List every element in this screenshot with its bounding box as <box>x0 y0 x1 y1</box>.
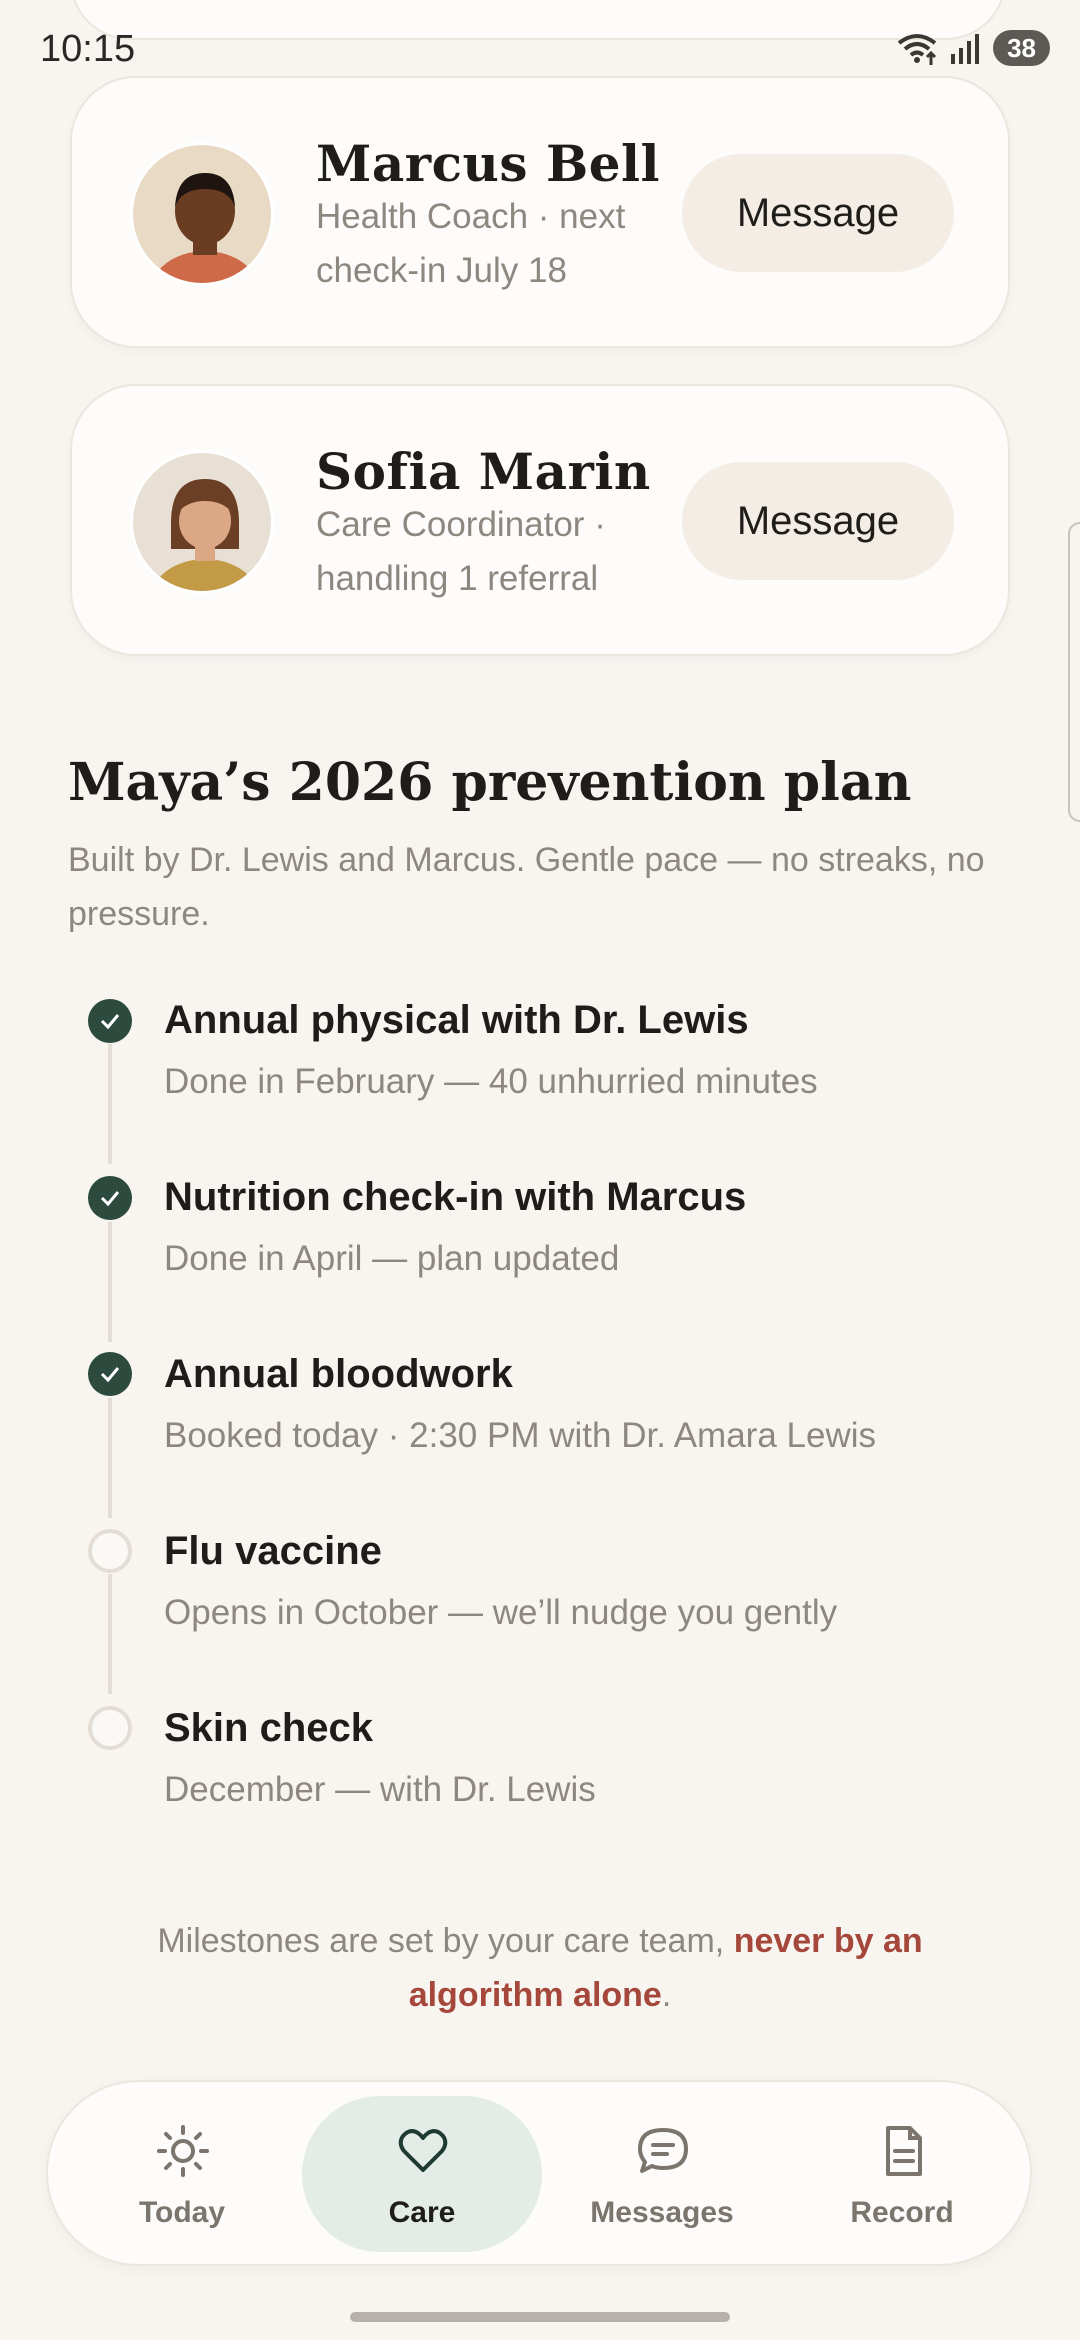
milestone-detail: Done in February — 40 unhurried minutes <box>164 1062 818 1101</box>
person-role: Health Coach · next check-in July 18 <box>316 197 626 290</box>
message-button-sofia[interactable]: Message <box>682 462 954 580</box>
milestone-title: Flu vaccine <box>164 1529 382 1573</box>
milestone-pending-circle-icon <box>88 1529 132 1573</box>
heart-icon <box>398 2129 448 2172</box>
status-time: 10:15 <box>40 28 136 70</box>
timeline-connector <box>108 1574 112 1694</box>
signal-icon <box>951 34 980 64</box>
milestone-detail: Done in April — plan updated <box>164 1239 620 1278</box>
milestone-pending-circle-icon <box>88 1706 132 1750</box>
milestone-detail: December — with Dr. Lewis <box>164 1770 596 1809</box>
sun-icon <box>157 2125 209 2177</box>
milestone-done-check-icon <box>88 1176 132 1220</box>
milestone-title: Annual bloodwork <box>164 1352 513 1396</box>
avatar-sofia <box>130 450 274 594</box>
timeline-connector <box>108 1398 112 1518</box>
bottom-navigation: Today Care Messages Record <box>46 2080 1032 2266</box>
nav-care[interactable]: Care <box>302 2096 542 2252</box>
avatar-marcus <box>130 142 274 286</box>
nav-messages[interactable]: Messages <box>542 2096 782 2252</box>
plan-subtitle: Built by Dr. Lewis and Marcus. Gentle pa… <box>68 841 985 933</box>
document-icon <box>886 2126 922 2176</box>
edge-drawer-handle[interactable] <box>1068 522 1080 822</box>
status-icons: 38 <box>895 30 1050 66</box>
milestone-title: Skin check <box>164 1706 374 1750</box>
message-button-marcus[interactable]: Message <box>682 154 954 272</box>
timeline-connector <box>108 1044 112 1164</box>
wifi-icon <box>897 34 937 65</box>
home-indicator[interactable] <box>350 2312 730 2322</box>
person-name: Sofia Marin <box>316 442 651 501</box>
milestone-detail: Booked today · 2:30 PM with Dr. Amara Le… <box>164 1416 876 1455</box>
nav-label: Today <box>138 2196 226 2229</box>
care-team-card-marcus: Marcus Bell Health Coach · next check-in… <box>70 76 1010 348</box>
person-role: Care Coordinator · handling 1 referral <box>316 505 606 598</box>
nav-label: Messages <box>590 2196 734 2229</box>
timeline-connector <box>108 1222 112 1342</box>
milestone-done-check-icon <box>88 1352 132 1396</box>
plan-title: Maya’s 2026 prevention plan <box>68 752 912 813</box>
person-name: Marcus Bell <box>316 134 661 193</box>
milestone-title: Annual physical with Dr. Lewis <box>164 998 749 1042</box>
nav-label: Care <box>388 2196 456 2229</box>
care-team-card-sofia: Sofia Marin Care Coordinator · handling … <box>70 384 1010 656</box>
milestone-footnote: Milestones are set by your care team, ne… <box>157 1922 923 2014</box>
milestone-detail: Opens in October — we’ll nudge you gentl… <box>164 1593 838 1632</box>
chat-icon <box>638 2128 688 2173</box>
battery-indicator: 38 <box>993 30 1050 66</box>
nav-record[interactable]: Record <box>782 2096 1022 2252</box>
nav-label: Record <box>850 2196 954 2229</box>
nav-today[interactable]: Today <box>62 2096 302 2252</box>
milestone-done-check-icon <box>88 999 132 1043</box>
milestone-title: Nutrition check-in with Marcus <box>164 1175 747 1219</box>
